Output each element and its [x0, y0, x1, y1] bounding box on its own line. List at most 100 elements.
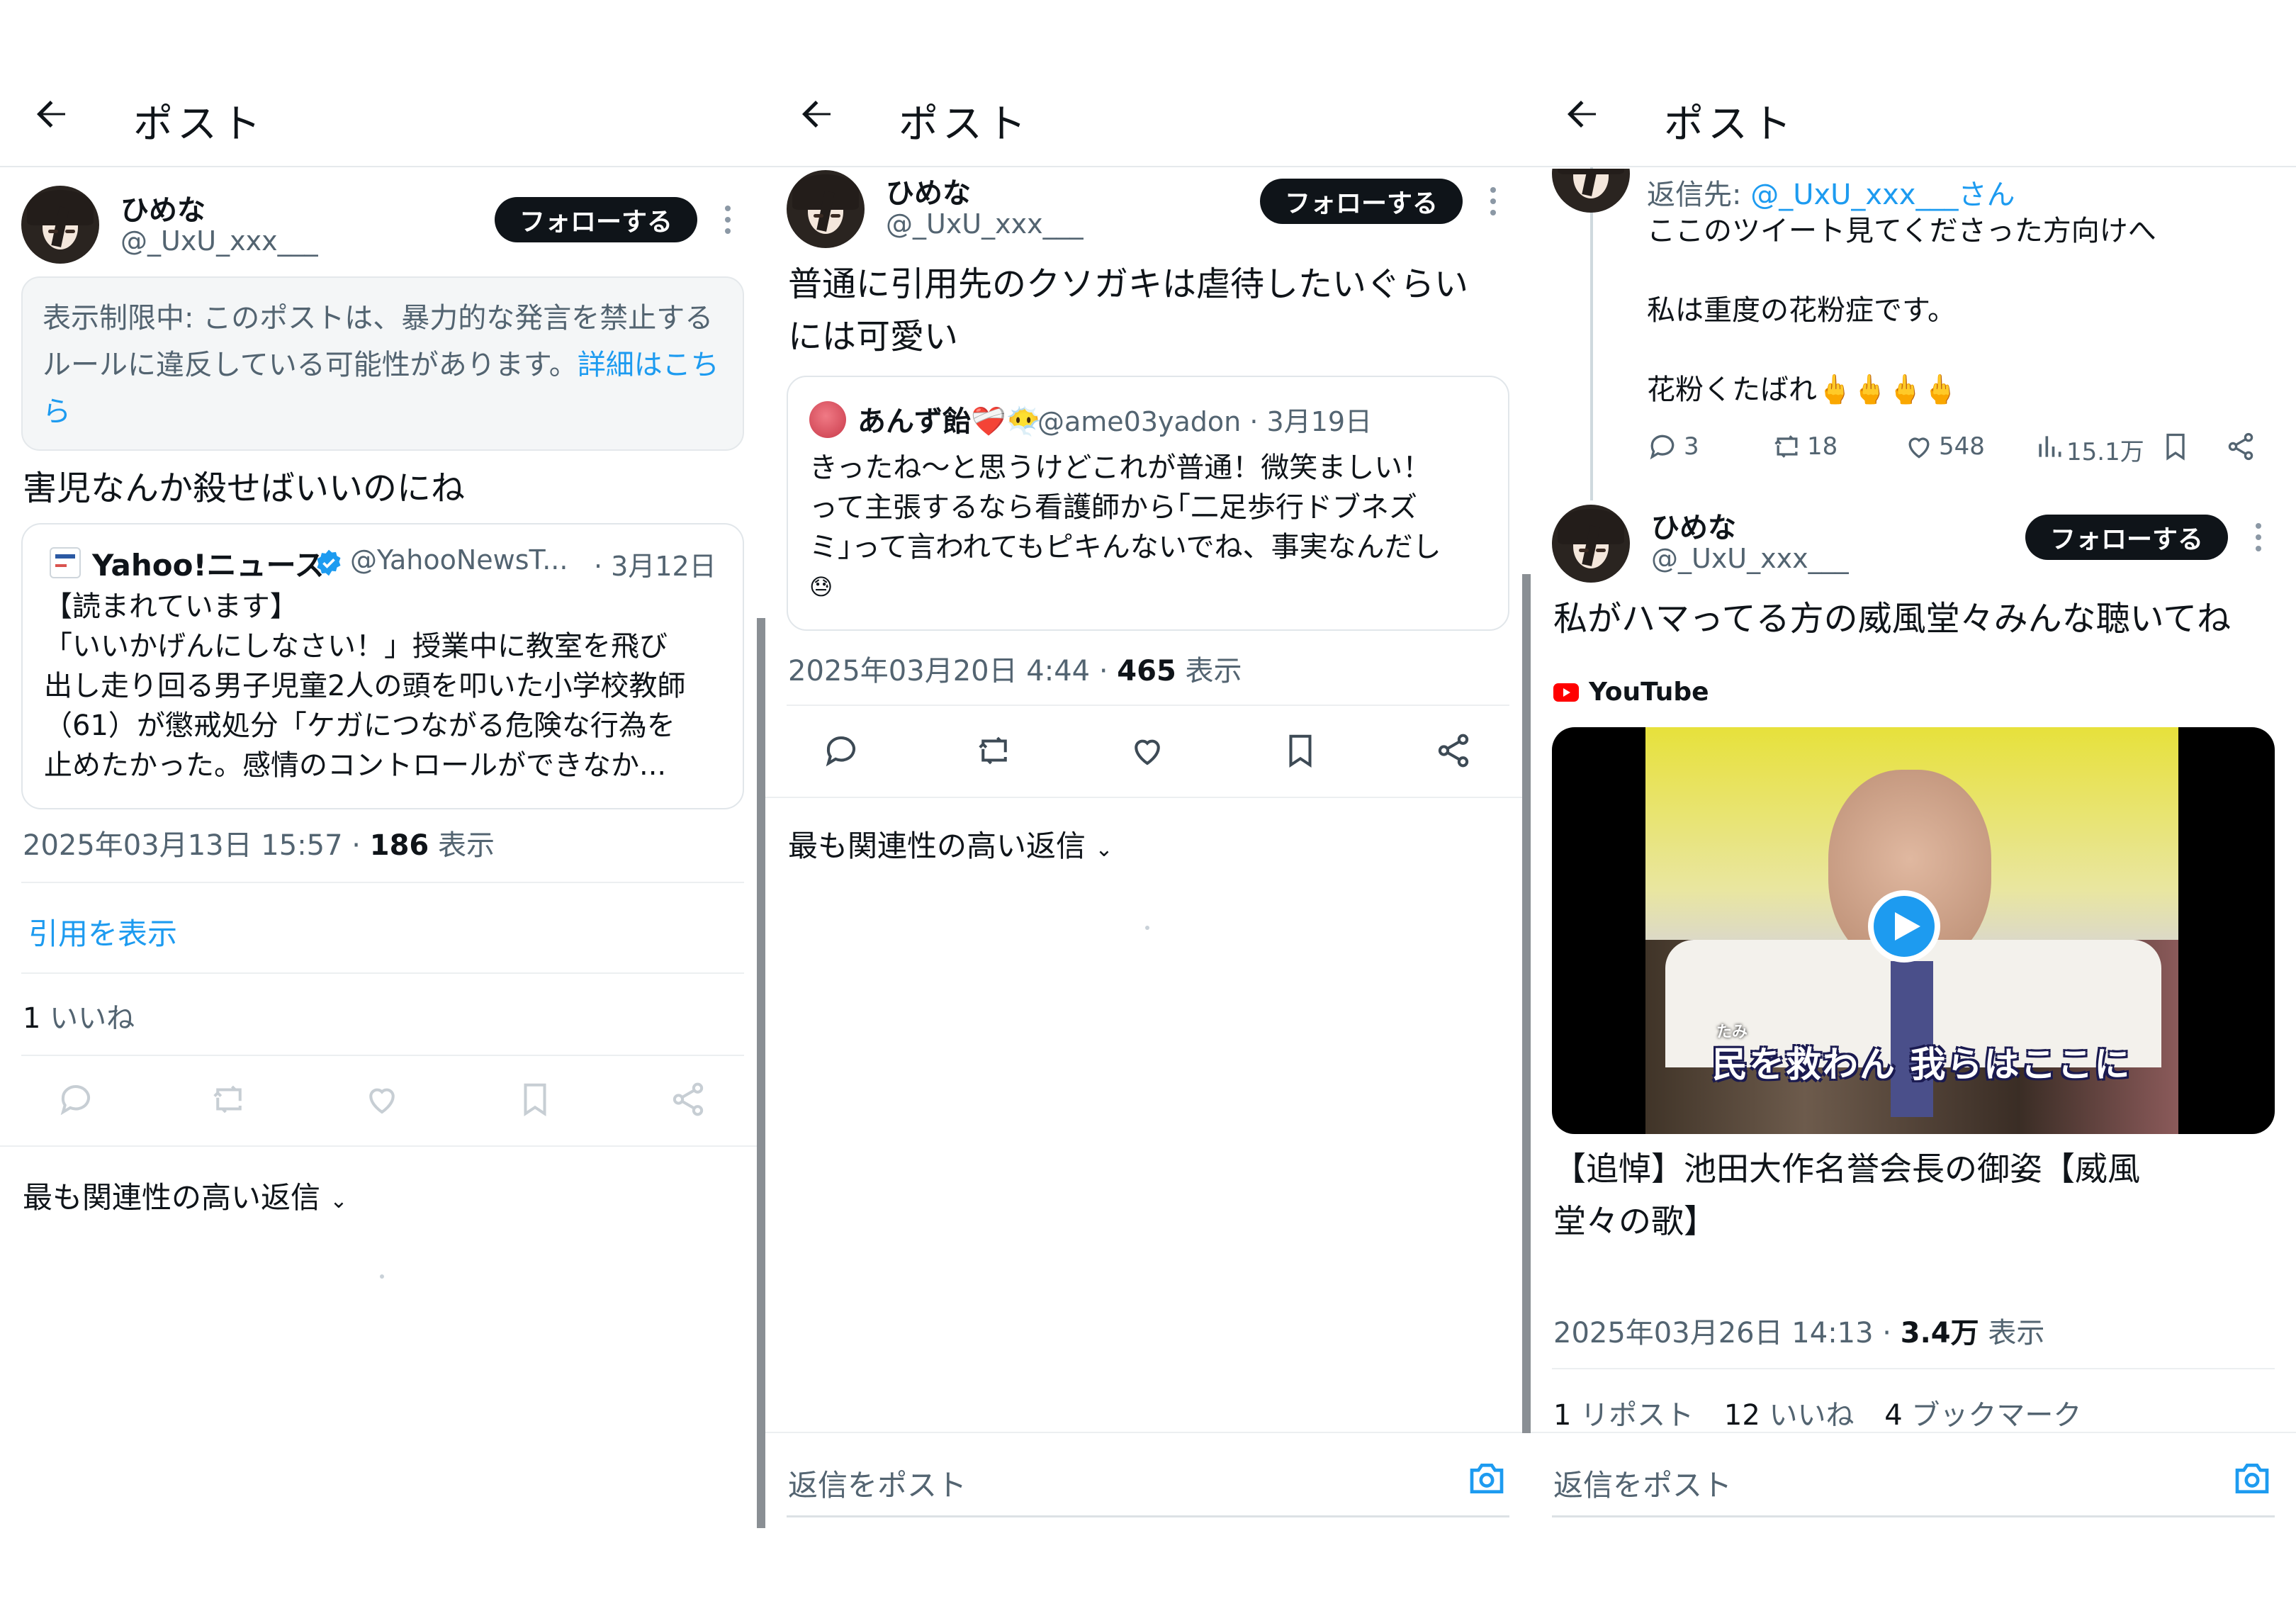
scrollbar[interactable] — [757, 618, 765, 1528]
header-divider — [1531, 166, 2296, 167]
reply-icon[interactable] — [57, 1080, 95, 1118]
quoted-tweet-card[interactable]: あんず飴❤️‍🩹😶‍🌫️ @ame03yadon · 3月19日 きったね〜と思… — [787, 376, 1509, 631]
quote-text: きったね〜と思うけどこれが普通！微笑ましい！ って主張するなら看護師から｢二足歩… — [809, 451, 1441, 600]
repost-count-link[interactable]: 1 リポスト — [1553, 1399, 1694, 1432]
quoted-tweet-card[interactable]: Yahoo!ニュース @YahooNewsT... · 3月12日 【読まれてい… — [21, 523, 744, 809]
youtube-logo-icon — [1553, 683, 1579, 702]
avatar[interactable] — [21, 186, 99, 264]
user-handle[interactable]: @_UxU_xxx___ — [120, 225, 318, 257]
video-caption: 民を救わん 我らはここに — [1712, 1044, 2132, 1085]
like-count-link[interactable]: 12 いいね — [1724, 1399, 1855, 1432]
restriction-notice: 表示制限中: このポストは、暴力的な発言を禁止するルールに違反している可能性があ… — [21, 276, 744, 451]
post-panel-1: ポスト ひめな @_UxU_xxx___ フォローする 表示制限中: このポスト… — [0, 0, 765, 1616]
show-quotes-link[interactable]: 引用を表示 — [28, 910, 177, 953]
bookmark-icon[interactable] — [1281, 731, 1319, 770]
reply-sort-dropdown[interactable]: 最も関連性の高い返信 ⌄ — [788, 822, 1113, 865]
user-name[interactable]: ひめな — [886, 170, 971, 211]
back-arrow-icon[interactable] — [795, 94, 838, 136]
play-button[interactable] — [1874, 896, 1935, 957]
tweet-text: 普通に引用先のクソガキは虐待したいぐらい には可愛い — [788, 264, 1469, 357]
tweet-meta: 2025年03月13日 15:57 · 186 表示 — [23, 829, 495, 862]
post-panel-3: ポスト 返信先: @_UxU_xxx___さん ここのツイート見てくださった方向… — [1531, 0, 2296, 1616]
reply-sort-dropdown[interactable]: 最も関連性の高い返信 ⌄ — [23, 1174, 348, 1217]
timestamp: 2025年03月20日 4:44 — [788, 655, 1091, 688]
quote-date: · 3月12日 — [594, 551, 716, 582]
avatar[interactable] — [1552, 505, 1630, 583]
bookmark-icon[interactable] — [516, 1080, 554, 1118]
share-icon[interactable] — [2225, 431, 2256, 462]
tweet-meta: 2025年03月26日 14:13 · 3.4万 表示 — [1553, 1317, 2045, 1350]
page-title: ポスト — [133, 101, 265, 147]
back-arrow-icon[interactable] — [1560, 94, 1603, 136]
reply-composer: 返信をポスト — [1531, 1432, 2296, 1518]
view-count: 465 — [1117, 655, 1176, 688]
youtube-video-thumbnail[interactable]: たみ 民を救わん 我らはここに — [1552, 727, 2275, 1134]
like-icon[interactable] — [1903, 431, 1935, 462]
timestamp: 2025年03月13日 15:57 — [23, 829, 343, 862]
user-name[interactable]: ひめな — [120, 187, 206, 228]
header-divider — [0, 166, 765, 167]
more-options-icon[interactable] — [1490, 187, 1497, 220]
user-name[interactable]: ひめな — [1651, 505, 1736, 546]
header-divider — [765, 166, 1531, 167]
quote-user-meta: @ame03yadon · 3月19日 — [1037, 406, 1373, 437]
reply-icon[interactable] — [1647, 431, 1678, 462]
reply-to-line: 返信先: @_UxU_xxx___さん — [1647, 179, 2015, 211]
reply-icon[interactable] — [822, 731, 860, 770]
quote-avatar — [809, 401, 846, 438]
repost-icon[interactable] — [210, 1080, 248, 1118]
page-title: ポスト — [1664, 101, 1796, 147]
previous-tweet-actions: 3 18 548 15.1万 — [1647, 428, 2285, 468]
thread-line — [1590, 167, 1593, 500]
quote-source-name: Yahoo!ニュース — [92, 548, 325, 583]
avatar[interactable] — [787, 170, 865, 248]
page-title: ポスト — [899, 101, 1030, 147]
tweet-meta: 2025年03月20日 4:44 · 465 表示 — [788, 655, 1242, 688]
follow-button[interactable]: フォローする — [2025, 515, 2228, 560]
repost-icon[interactable] — [1772, 431, 1803, 462]
views-icon[interactable] — [2034, 431, 2065, 462]
yahoo-news-logo-icon — [50, 547, 81, 578]
engagement-stats: 1 リポスト 12 いいね 4 ブックマーク — [1553, 1392, 2081, 1433]
youtube-source: YouTube — [1553, 678, 1709, 707]
scrollbar[interactable] — [1522, 574, 1531, 1433]
reply-input[interactable]: 返信をポスト — [1553, 1461, 1732, 1505]
reply-input[interactable]: 返信をポスト — [788, 1461, 967, 1505]
follow-button[interactable]: フォローする — [1260, 179, 1463, 224]
more-options-icon[interactable] — [2255, 523, 2262, 556]
bookmark-count-link[interactable]: 4 ブックマーク — [1884, 1399, 2081, 1432]
share-icon[interactable] — [1434, 731, 1473, 770]
share-icon[interactable] — [669, 1080, 707, 1118]
post-panel-2: ポスト ひめな @_UxU_xxx___ フォローする 普通に引用先のクソガキは… — [765, 0, 1531, 1616]
follow-button[interactable]: フォローする — [495, 197, 697, 242]
chevron-down-icon: ⌄ — [1095, 837, 1113, 862]
loading-indicator — [380, 1274, 384, 1279]
tweet-text: 私がハマってる方の威風堂々みんな聴いてね — [1553, 599, 2232, 639]
verified-badge-icon — [317, 549, 341, 576]
bookmark-icon[interactable] — [2160, 431, 2191, 462]
like-icon[interactable] — [363, 1080, 401, 1118]
camera-icon[interactable] — [2231, 1459, 2273, 1498]
chevron-down-icon: ⌄ — [330, 1189, 348, 1213]
avatar[interactable] — [1552, 169, 1630, 213]
repost-icon[interactable] — [975, 731, 1013, 770]
previous-tweet-text: ここのツイート見てくださった方向けへ 私は重度の花粉症です。 花粉くたばれ🖕🖕🖕… — [1647, 215, 2156, 406]
play-icon — [1895, 912, 1920, 941]
timestamp: 2025年03月26日 14:13 — [1553, 1317, 1874, 1350]
loading-indicator — [1145, 926, 1149, 930]
more-options-icon[interactable] — [724, 206, 731, 238]
quote-user-name: あんず飴❤️‍🩹😶‍🌫️ — [857, 405, 1042, 438]
quote-text: 【読まれています】 「いいかげんにしなさい！」授業中に教室を飛び 出し走り回る男… — [44, 590, 686, 782]
like-icon[interactable] — [1128, 731, 1166, 770]
reply-composer: 返信をポスト — [765, 1432, 1531, 1518]
view-count: 186 — [369, 829, 429, 862]
user-handle[interactable]: @_UxU_xxx___ — [886, 208, 1084, 240]
user-handle[interactable]: @_UxU_xxx___ — [1651, 543, 1849, 574]
reply-to-link[interactable]: @_UxU_xxx___さん — [1750, 179, 2015, 211]
camera-icon[interactable] — [1465, 1459, 1508, 1498]
tweet-text: 害児なんか殺せばいいのにね — [23, 468, 466, 508]
view-count: 3.4万 — [1900, 1317, 1979, 1350]
likes-count-link[interactable]: 1 いいね — [23, 995, 135, 1036]
back-arrow-icon[interactable] — [30, 94, 72, 136]
video-title[interactable]: 【追悼】池田大作名誉会長の御姿【威風 堂々の歌】 — [1553, 1143, 2140, 1247]
